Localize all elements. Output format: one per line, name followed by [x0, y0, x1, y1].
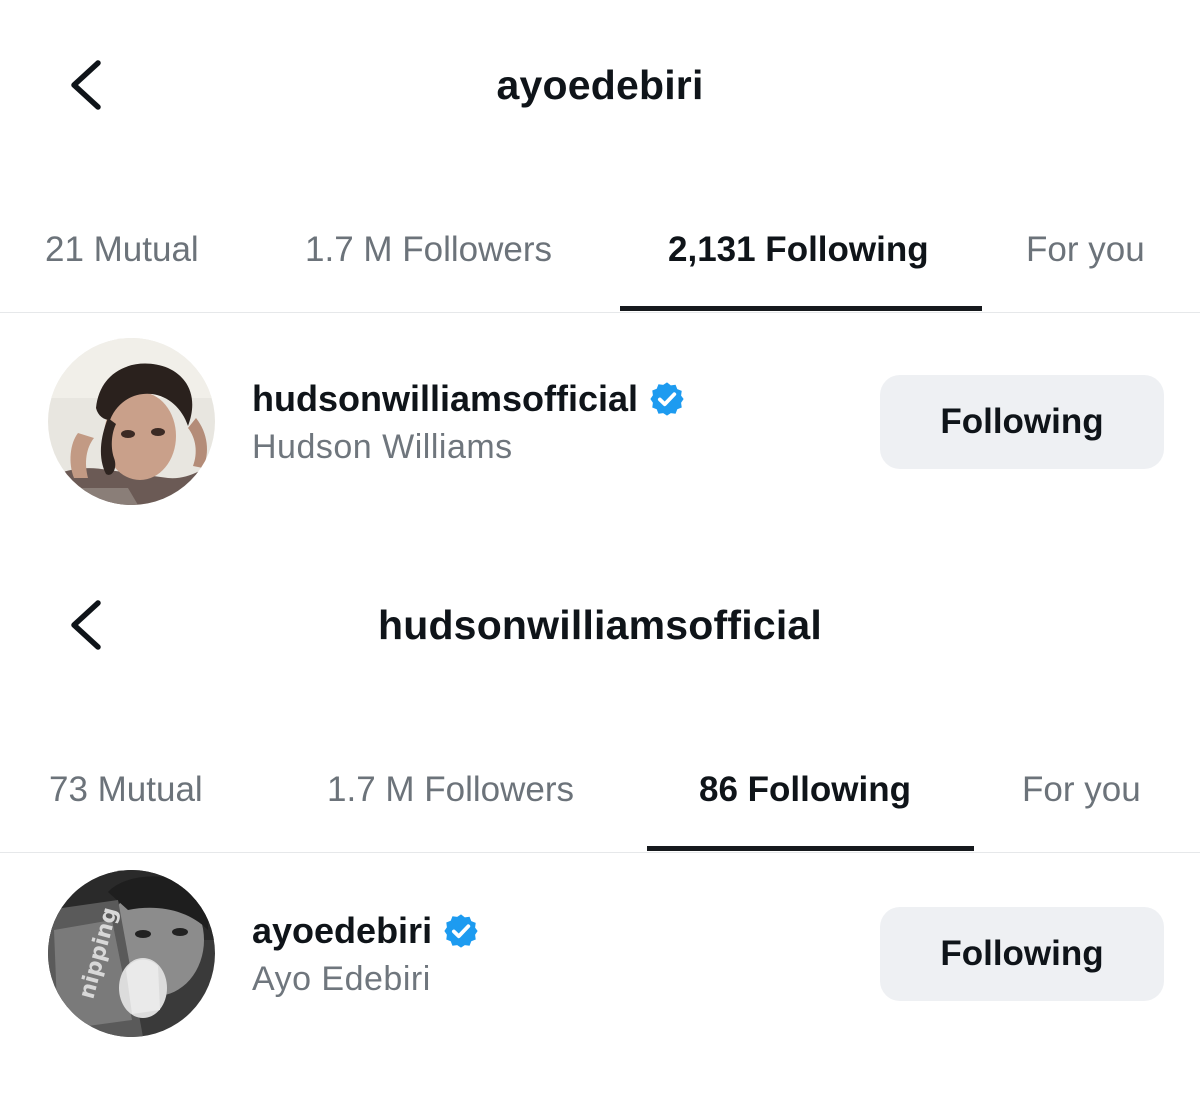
tab-bar: 73 Mutual 1.7 M Followers 86 Following F… [0, 765, 1200, 815]
tab-following[interactable]: 2,131 Following [668, 225, 929, 275]
list-item[interactable]: nipping ayoedebiri Ayo Edebiri Following [0, 870, 1200, 1038]
tab-following[interactable]: 86 Following [699, 765, 911, 815]
username[interactable]: hudsonwilliamsofficial [252, 376, 686, 422]
username[interactable]: ayoedebiri [252, 908, 480, 954]
tab-mutual[interactable]: 21 Mutual [45, 225, 199, 275]
following-button[interactable]: Following [880, 907, 1164, 1001]
tab-followers[interactable]: 1.7 M Followers [327, 765, 574, 815]
tab-mutual[interactable]: 73 Mutual [49, 765, 203, 815]
avatar[interactable] [48, 338, 215, 505]
following-button[interactable]: Following [880, 375, 1164, 469]
verified-badge-icon [648, 380, 686, 418]
profile-following-panel: ayoedebiri 21 Mutual 1.7 M Followers 2,1… [0, 0, 1200, 540]
tab-for-you[interactable]: For you [1026, 225, 1145, 275]
page-title: ayoedebiri [496, 62, 704, 108]
active-tab-indicator [620, 306, 982, 311]
active-tab-indicator [647, 846, 974, 851]
tab-followers[interactable]: 1.7 M Followers [305, 225, 552, 275]
list-item[interactable]: hudsonwilliamsofficial Hudson Williams F… [0, 338, 1200, 506]
page-title: hudsonwilliamsofficial [377, 602, 823, 648]
username-text: hudsonwilliamsofficial [252, 378, 639, 419]
profile-following-panel: hudsonwilliamsofficial 73 Mutual 1.7 M F… [0, 540, 1200, 1116]
full-name: Hudson Williams [252, 428, 513, 466]
verified-badge-icon [442, 912, 480, 950]
username-text: ayoedebiri [252, 910, 433, 951]
tab-bar: 21 Mutual 1.7 M Followers 2,131 Followin… [0, 225, 1200, 275]
avatar[interactable]: nipping [48, 870, 215, 1037]
tab-for-you[interactable]: For you [1022, 765, 1141, 815]
divider [0, 852, 1200, 853]
divider [0, 312, 1200, 313]
full-name: Ayo Edebiri [252, 960, 431, 998]
